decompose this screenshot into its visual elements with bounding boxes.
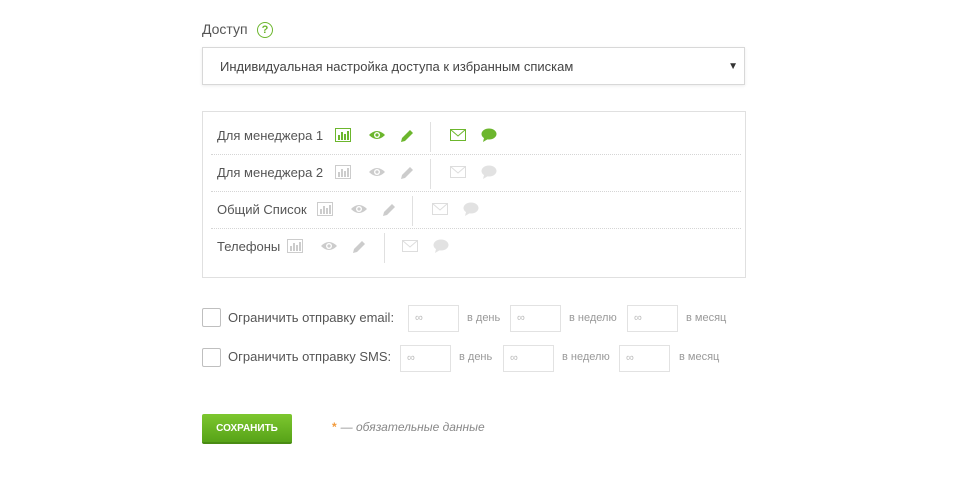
chat-icon[interactable] [433, 239, 451, 255]
divider [430, 159, 431, 189]
email-per-day-input[interactable]: ∞ [408, 305, 459, 332]
list-name: Для менеджера 2 [217, 165, 324, 180]
limit-sms-label: Ограничить отправку SMS: [228, 349, 392, 364]
divider [430, 122, 431, 152]
stats-icon[interactable] [335, 165, 353, 181]
envelope-icon[interactable] [402, 239, 420, 255]
list-name: Для менеджера 1 [217, 128, 324, 143]
sms-per-month-input[interactable]: ∞ [619, 345, 670, 372]
chat-icon[interactable] [481, 165, 499, 181]
pencil-icon[interactable] [399, 165, 417, 181]
stats-icon[interactable] [287, 239, 305, 255]
list-name: Телефоны [217, 239, 281, 254]
per-month-label: в месяц [679, 351, 720, 363]
eye-icon[interactable] [368, 128, 386, 144]
limit-sms-checkbox[interactable] [202, 348, 221, 367]
stats-icon[interactable] [335, 128, 353, 144]
divider [412, 196, 413, 226]
per-week-label: в неделю [569, 312, 617, 324]
email-per-month-input[interactable]: ∞ [627, 305, 678, 332]
envelope-icon[interactable] [450, 165, 468, 181]
access-lists-box: Для менеджера 1 Для менеджера 2 Общий Сп… [202, 111, 746, 278]
chat-icon[interactable] [463, 202, 481, 218]
chat-icon[interactable] [481, 128, 499, 144]
per-month-label: в месяц [686, 312, 727, 324]
save-button[interactable]: СОХРАНИТЬ [202, 414, 292, 444]
sms-per-week-input[interactable]: ∞ [503, 345, 554, 372]
list-row-common: Общий Список [211, 192, 741, 229]
access-select[interactable]: Индивидуальная настройка доступа к избра… [202, 47, 745, 85]
list-name: Общий Список [217, 202, 307, 217]
pencil-icon[interactable] [351, 239, 369, 255]
per-day-label: в день [459, 351, 493, 363]
chevron-down-icon: ▼ [728, 61, 738, 72]
help-icon[interactable]: ? [257, 22, 273, 38]
limit-email-label: Ограничить отправку email: [228, 310, 395, 325]
per-day-label: в день [467, 312, 501, 324]
pencil-icon[interactable] [381, 202, 399, 218]
sms-per-day-input[interactable]: ∞ [400, 345, 451, 372]
eye-icon[interactable] [320, 239, 338, 255]
envelope-icon[interactable] [432, 202, 450, 218]
stats-icon[interactable] [317, 202, 335, 218]
pencil-icon[interactable] [399, 128, 417, 144]
per-week-label: в неделю [562, 351, 610, 363]
list-row-phones: Телефоны [211, 229, 741, 265]
limit-email-checkbox[interactable] [202, 308, 221, 327]
list-row-manager-2: Для менеджера 2 [211, 155, 741, 192]
eye-icon[interactable] [368, 165, 386, 181]
envelope-icon[interactable] [450, 128, 468, 144]
divider [384, 233, 385, 263]
access-select-value: Индивидуальная настройка доступа к избра… [220, 59, 574, 74]
eye-icon[interactable] [350, 202, 368, 218]
access-label: Доступ [202, 21, 248, 37]
required-note-text: — обязательные данные [340, 420, 485, 434]
required-note: * — обязательные данные [332, 420, 485, 434]
list-row-manager-1: Для менеджера 1 [211, 118, 741, 155]
required-star: * [332, 420, 337, 434]
email-per-week-input[interactable]: ∞ [510, 305, 561, 332]
